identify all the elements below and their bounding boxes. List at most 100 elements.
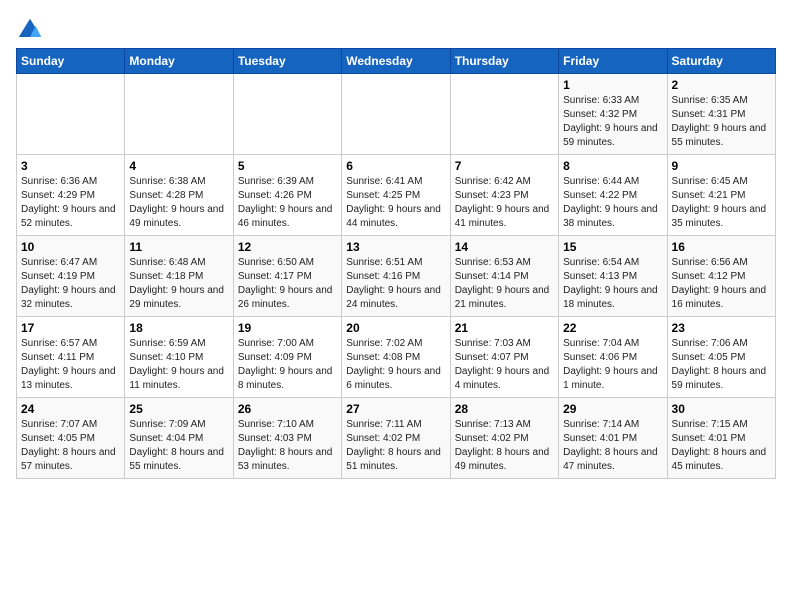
calendar-cell: 28 Sunrise: 7:13 AM Sunset: 4:02 PM Dayli… [450,398,558,479]
calendar-cell: 5 Sunrise: 6:39 AM Sunset: 4:26 PM Daylig… [233,155,341,236]
weekday-header-thursday: Thursday [450,49,558,74]
day-info: Sunrise: 7:03 AM Sunset: 4:07 PM Dayligh… [455,337,554,393]
day-info: Sunrise: 6:45 AM Sunset: 4:21 PM Dayligh… [672,175,771,231]
day-info: Sunrise: 6:56 AM Sunset: 4:12 PM Dayligh… [672,256,771,312]
day-info: Sunrise: 6:42 AM Sunset: 4:23 PM Dayligh… [455,175,554,231]
calendar-week-row: 10 Sunrise: 6:47 AM Sunset: 4:19 PM Dayli… [17,236,776,317]
day-number: 26 [238,402,337,416]
calendar-cell: 21 Sunrise: 7:03 AM Sunset: 4:07 PM Dayli… [450,317,558,398]
day-number: 23 [672,321,771,335]
day-number: 15 [563,240,662,254]
day-number: 3 [21,159,120,173]
calendar-cell: 10 Sunrise: 6:47 AM Sunset: 4:19 PM Dayli… [17,236,125,317]
day-info: Sunrise: 7:02 AM Sunset: 4:08 PM Dayligh… [346,337,445,393]
day-info: Sunrise: 6:54 AM Sunset: 4:13 PM Dayligh… [563,256,662,312]
calendar-week-row: 3 Sunrise: 6:36 AM Sunset: 4:29 PM Daylig… [17,155,776,236]
day-info: Sunrise: 7:07 AM Sunset: 4:05 PM Dayligh… [21,418,120,474]
calendar-cell: 26 Sunrise: 7:10 AM Sunset: 4:03 PM Dayli… [233,398,341,479]
calendar-cell: 11 Sunrise: 6:48 AM Sunset: 4:18 PM Dayli… [125,236,233,317]
calendar-cell: 12 Sunrise: 6:50 AM Sunset: 4:17 PM Dayli… [233,236,341,317]
calendar-week-row: 1 Sunrise: 6:33 AM Sunset: 4:32 PM Daylig… [17,74,776,155]
day-info: Sunrise: 6:35 AM Sunset: 4:31 PM Dayligh… [672,94,771,150]
calendar-cell: 25Sunrise: 7:09 AM Sunset: 4:04 PM Dayli… [125,398,233,479]
day-number: 13 [346,240,445,254]
calendar-cell [450,74,558,155]
calendar-cell: 20 Sunrise: 7:02 AM Sunset: 4:08 PM Dayli… [342,317,450,398]
calendar-cell: 17 Sunrise: 6:57 AM Sunset: 4:11 PM Dayli… [17,317,125,398]
day-info: Sunrise: 6:48 AM Sunset: 4:18 PM Dayligh… [129,256,228,312]
day-number: 7 [455,159,554,173]
calendar-cell: 13 Sunrise: 6:51 AM Sunset: 4:16 PM Dayli… [342,236,450,317]
day-info: Sunrise: 7:10 AM Sunset: 4:03 PM Dayligh… [238,418,337,474]
weekday-header-friday: Friday [559,49,667,74]
day-number: 5 [238,159,337,173]
day-info: Sunrise: 7:00 AM Sunset: 4:09 PM Dayligh… [238,337,337,393]
page-header [16,16,776,44]
day-info: Sunrise: 6:50 AM Sunset: 4:17 PM Dayligh… [238,256,337,312]
weekday-header-wednesday: Wednesday [342,49,450,74]
calendar-cell [17,74,125,155]
calendar-cell: 18Sunrise: 6:59 AM Sunset: 4:10 PM Dayli… [125,317,233,398]
calendar-cell: 16 Sunrise: 6:56 AM Sunset: 4:12 PM Dayli… [667,236,775,317]
calendar-cell: 27 Sunrise: 7:11 AM Sunset: 4:02 PM Dayli… [342,398,450,479]
calendar-cell [342,74,450,155]
calendar-cell: 30 Sunrise: 7:15 AM Sunset: 4:01 PM Dayli… [667,398,775,479]
calendar-cell: 29 Sunrise: 7:14 AM Sunset: 4:01 PM Dayli… [559,398,667,479]
calendar-cell: 2Sunrise: 6:35 AM Sunset: 4:31 PM Daylig… [667,74,775,155]
logo [16,16,48,44]
day-info: Sunrise: 6:51 AM Sunset: 4:16 PM Dayligh… [346,256,445,312]
day-info: Sunrise: 6:57 AM Sunset: 4:11 PM Dayligh… [21,337,120,393]
day-number: 20 [346,321,445,335]
calendar-cell: 6Sunrise: 6:41 AM Sunset: 4:25 PM Daylig… [342,155,450,236]
day-info: Sunrise: 6:41 AM Sunset: 4:25 PM Dayligh… [346,175,445,231]
day-info: Sunrise: 6:39 AM Sunset: 4:26 PM Dayligh… [238,175,337,231]
day-number: 21 [455,321,554,335]
day-number: 4 [129,159,228,173]
day-number: 22 [563,321,662,335]
day-number: 10 [21,240,120,254]
weekday-header-sunday: Sunday [17,49,125,74]
calendar-table: SundayMondayTuesdayWednesdayThursdayFrid… [16,48,776,479]
day-info: Sunrise: 6:38 AM Sunset: 4:28 PM Dayligh… [129,175,228,231]
day-number: 8 [563,159,662,173]
day-info: Sunrise: 7:15 AM Sunset: 4:01 PM Dayligh… [672,418,771,474]
day-number: 29 [563,402,662,416]
day-number: 30 [672,402,771,416]
calendar-cell: 7 Sunrise: 6:42 AM Sunset: 4:23 PM Daylig… [450,155,558,236]
logo-icon [16,16,44,44]
day-number: 9 [672,159,771,173]
day-number: 27 [346,402,445,416]
day-info: Sunrise: 6:59 AM Sunset: 4:10 PM Dayligh… [129,337,228,393]
calendar-cell: 24Sunrise: 7:07 AM Sunset: 4:05 PM Dayli… [17,398,125,479]
day-number: 19 [238,321,337,335]
day-info: Sunrise: 6:47 AM Sunset: 4:19 PM Dayligh… [21,256,120,312]
day-number: 1 [563,78,662,92]
calendar-cell: 15 Sunrise: 6:54 AM Sunset: 4:13 PM Dayli… [559,236,667,317]
calendar-cell: 8Sunrise: 6:44 AM Sunset: 4:22 PM Daylig… [559,155,667,236]
calendar-cell [125,74,233,155]
day-info: Sunrise: 6:53 AM Sunset: 4:14 PM Dayligh… [455,256,554,312]
calendar-cell [233,74,341,155]
weekday-header-monday: Monday [125,49,233,74]
weekday-header-saturday: Saturday [667,49,775,74]
calendar-cell: 4 Sunrise: 6:38 AM Sunset: 4:28 PM Daylig… [125,155,233,236]
day-number: 17 [21,321,120,335]
calendar-cell: 22Sunrise: 7:04 AM Sunset: 4:06 PM Dayli… [559,317,667,398]
day-info: Sunrise: 7:13 AM Sunset: 4:02 PM Dayligh… [455,418,554,474]
day-number: 14 [455,240,554,254]
calendar-week-row: 24Sunrise: 7:07 AM Sunset: 4:05 PM Dayli… [17,398,776,479]
day-info: Sunrise: 7:11 AM Sunset: 4:02 PM Dayligh… [346,418,445,474]
calendar-cell: 1 Sunrise: 6:33 AM Sunset: 4:32 PM Daylig… [559,74,667,155]
day-info: Sunrise: 6:33 AM Sunset: 4:32 PM Dayligh… [563,94,662,150]
day-number: 16 [672,240,771,254]
day-info: Sunrise: 7:14 AM Sunset: 4:01 PM Dayligh… [563,418,662,474]
day-info: Sunrise: 6:36 AM Sunset: 4:29 PM Dayligh… [21,175,120,231]
day-info: Sunrise: 7:09 AM Sunset: 4:04 PM Dayligh… [129,418,228,474]
calendar-cell: 23Sunrise: 7:06 AM Sunset: 4:05 PM Dayli… [667,317,775,398]
day-number: 12 [238,240,337,254]
weekday-header-row: SundayMondayTuesdayWednesdayThursdayFrid… [17,49,776,74]
day-number: 11 [129,240,228,254]
day-number: 28 [455,402,554,416]
calendar-cell: 19 Sunrise: 7:00 AM Sunset: 4:09 PM Dayli… [233,317,341,398]
calendar-cell: 3 Sunrise: 6:36 AM Sunset: 4:29 PM Daylig… [17,155,125,236]
